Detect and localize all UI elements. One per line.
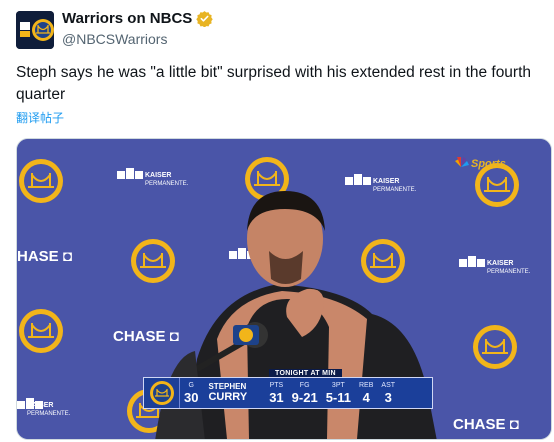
svg-text:CHASE ◘: CHASE ◘ — [113, 328, 179, 345]
stat-value: 5-11 — [325, 389, 351, 405]
tweet-media-image[interactable]: KAISER PERMANENTE. KAISER PERMANENTE. KA… — [16, 138, 552, 440]
stat-value: 3 — [384, 389, 392, 405]
tweet-text: Steph says he was "a little bit" surpris… — [16, 64, 532, 103]
stat-label: FG — [299, 381, 310, 389]
svg-text:HASE ◘: HASE ◘ — [17, 248, 72, 265]
stat-pts: PTS 31 — [265, 382, 287, 405]
svg-text:KAISER: KAISER — [487, 260, 513, 267]
player-first-name: STEPHEN — [208, 382, 247, 391]
games-stat: G 30 — [180, 382, 202, 405]
stat-value: 9-21 — [291, 389, 318, 405]
stat-fg: FG 9-21 — [288, 382, 322, 405]
svg-text:PERMANENTE.: PERMANENTE. — [145, 181, 189, 187]
stat-label: AST — [381, 381, 396, 389]
svg-text:KAISER: KAISER — [145, 172, 171, 179]
avatar[interactable] — [16, 11, 54, 49]
stat-value: 31 — [269, 389, 284, 405]
warriors-logo-icon — [144, 378, 180, 408]
stat-label: G — [188, 381, 194, 389]
svg-text:Sports: Sports — [471, 158, 506, 170]
player-last-name: CURRY — [208, 391, 248, 403]
svg-text:KAISER: KAISER — [373, 178, 399, 185]
svg-text:PERMANENTE.: PERMANENTE. — [27, 411, 71, 417]
svg-text:CHASE ◘: CHASE ◘ — [453, 416, 519, 433]
stat-value: 4 — [362, 389, 370, 405]
warriors-logo-icon — [16, 11, 54, 49]
stat-value: 30 — [184, 389, 199, 405]
name-row: Warriors on NBCS — [62, 10, 214, 28]
svg-text:PERMANENTE.: PERMANENTE. — [373, 187, 417, 193]
stat-label: PTS — [269, 381, 284, 389]
display-name[interactable]: Warriors on NBCS — [62, 10, 192, 27]
translate-post-link[interactable]: 翻译帖子 — [16, 109, 64, 126]
player-name: STEPHEN CURRY — [202, 382, 253, 404]
stat-reb: REB 4 — [355, 382, 377, 405]
stat-label: REB — [359, 381, 374, 389]
stat-3pt: 3PT 5-11 — [322, 382, 355, 405]
svg-text:PERMANENTE.: PERMANENTE. — [487, 269, 531, 275]
svg-text:KAISER: KAISER — [27, 402, 53, 409]
verified-badge-icon — [196, 10, 214, 28]
stat-ast: AST 3 — [377, 382, 399, 405]
account-handle[interactable]: @NBCSWarriors — [62, 31, 167, 47]
stat-label: 3PT — [331, 381, 345, 389]
player-stat-scorebar: G 30 STEPHEN CURRY PTS 31 FG 9-21 3PT 5-… — [143, 377, 433, 409]
tweet-post: Warriors on NBCS @NBCSWarriors Steph say… — [0, 0, 554, 442]
